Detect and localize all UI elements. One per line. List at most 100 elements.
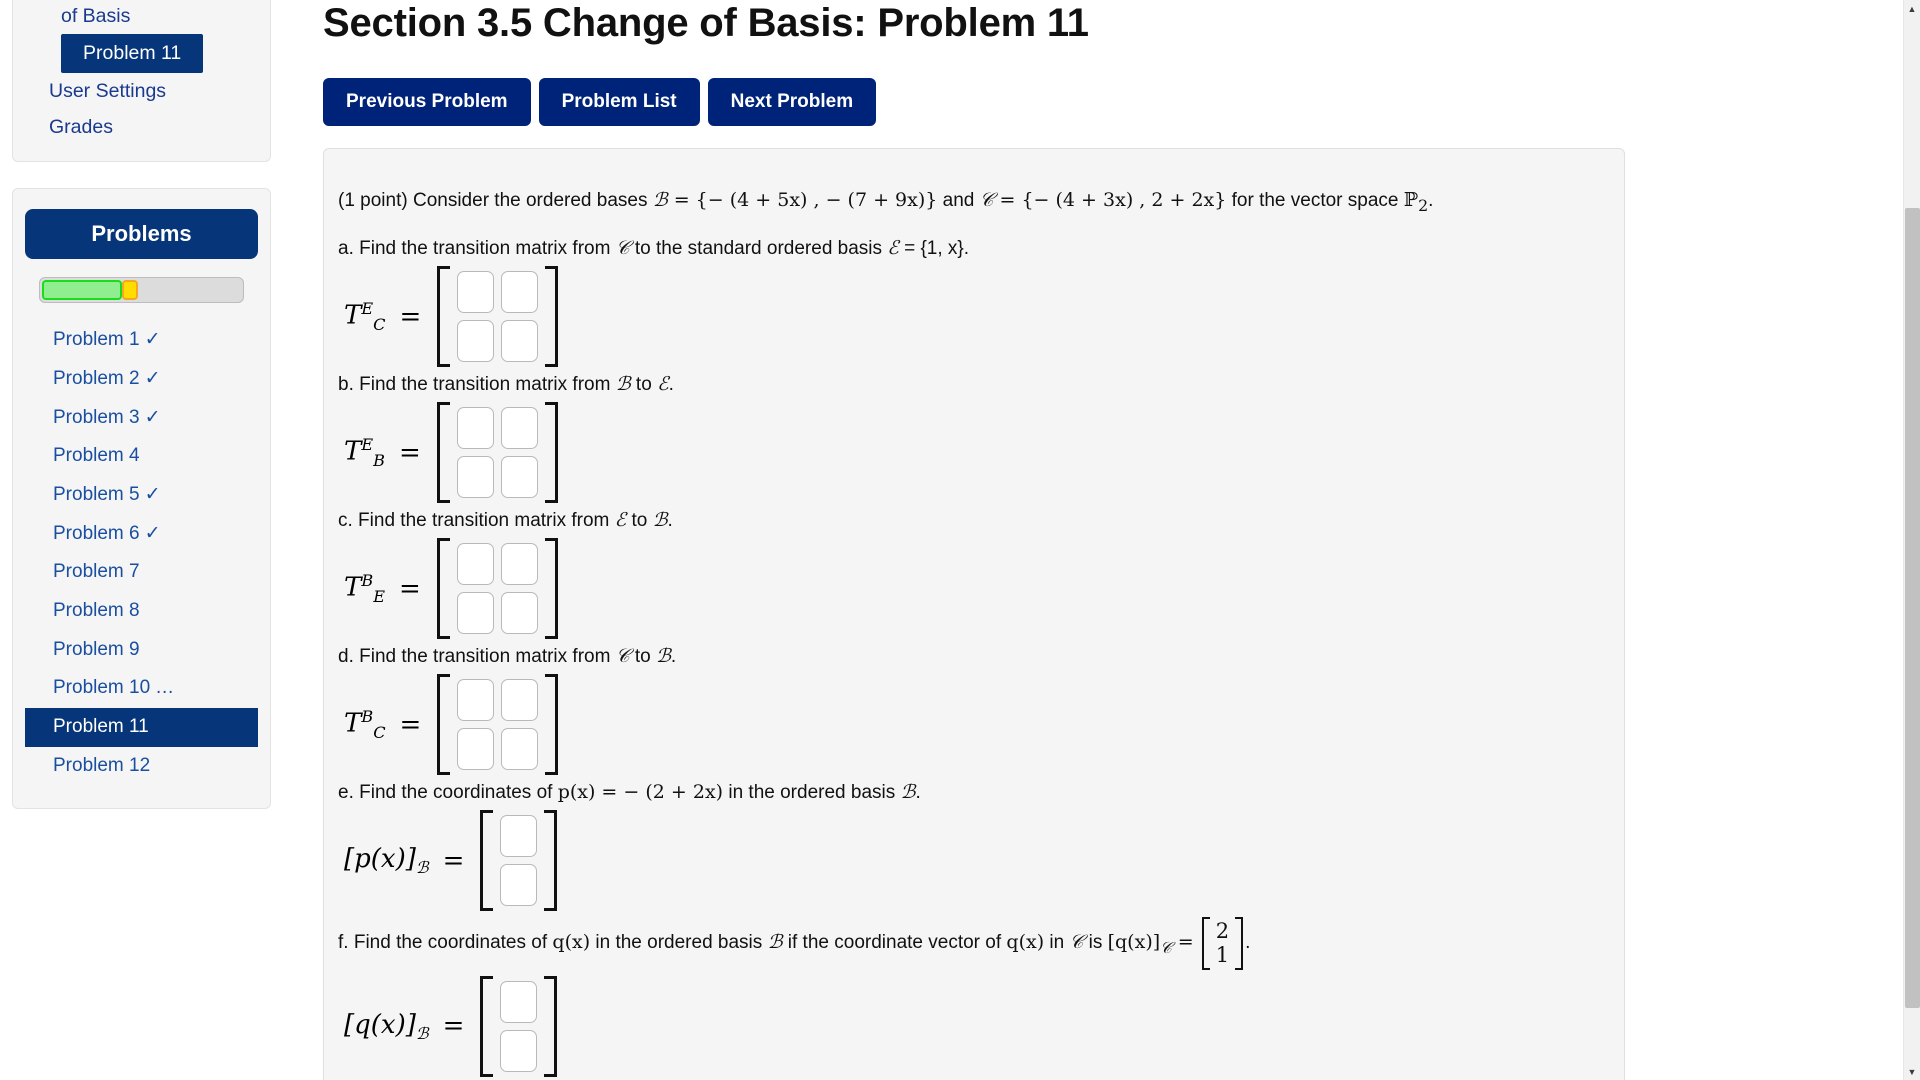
problem-list-item-label: Problem 1: [53, 329, 140, 351]
problem-list-item[interactable]: Problem 4: [25, 437, 258, 476]
problem-list-item[interactable]: Problem 12: [25, 747, 258, 786]
previous-problem-button[interactable]: Previous Problem: [323, 78, 531, 126]
problem-list: Problem 1 ✓ Problem 2 ✓ Problem 3 ✓ Problem 4P…: [25, 321, 258, 785]
answer-input[interactable]: [500, 864, 538, 907]
answer-input[interactable]: [456, 456, 494, 499]
answer-input[interactable]: [501, 271, 539, 314]
intro-end: .: [1428, 190, 1434, 211]
problem-list-item[interactable]: Problem 8: [25, 592, 258, 631]
part-from-basis: ℬ: [615, 373, 631, 396]
problem-list-item-label: Problem 7: [53, 561, 140, 583]
matrix-subscript: E: [373, 587, 385, 607]
problem-list-item[interactable]: Problem 3 ✓: [25, 399, 258, 438]
right-bracket: [545, 674, 559, 776]
sidebar-link-user-settings[interactable]: User Settings: [13, 73, 270, 109]
answer-input[interactable]: [456, 592, 494, 635]
answer-input[interactable]: [457, 271, 495, 314]
answer-input[interactable]: [500, 592, 538, 635]
answer-grid: [450, 674, 545, 775]
check-icon: ✓: [144, 522, 161, 544]
part-prompt-mid: in the ordered basis: [590, 932, 768, 954]
sidebar-link-problem-11[interactable]: Problem 11: [61, 34, 204, 73]
problem-list-item-label: Problem 5: [53, 484, 140, 505]
left-bracket: [480, 810, 494, 912]
transition-matrix-symbol: T: [344, 301, 362, 332]
answer-input[interactable]: [501, 728, 539, 771]
problems-panel: Problems Problem 1 ✓ Problem 2 ✓ Problem 3 ✓ P…: [12, 188, 271, 809]
part-expression: p(x) = − (2 + 2x): [557, 781, 724, 804]
intro-post: for the vector space: [1226, 190, 1404, 211]
answer-input[interactable]: [456, 543, 494, 586]
answer-input[interactable]: [457, 728, 495, 771]
problem-list-item[interactable]: Problem 10…: [25, 669, 258, 708]
part-to-basis: ℬ: [655, 645, 671, 668]
given-coordinate-label: [q(x)]: [1107, 931, 1161, 954]
sidebar-link-of-basis[interactable]: of Basis: [13, 0, 270, 34]
answer-input[interactable]: [501, 679, 539, 722]
matrix-superscript: B: [361, 571, 374, 591]
problems-panel-header: Problems: [25, 209, 258, 260]
part-prompt-text: b. Find the transition matrix from: [338, 374, 616, 396]
next-problem-button[interactable]: Next Problem: [707, 78, 877, 126]
part-prompt-mid: to the standard ordered basis: [629, 238, 888, 260]
scrollbar-thumb[interactable]: [1905, 208, 1920, 1008]
problem-list-item[interactable]: Problem 9: [25, 631, 258, 670]
part-prompt-text: f. Find the coordinates of: [338, 932, 553, 954]
left-bracket: [437, 674, 451, 776]
right-bracket: [544, 810, 558, 912]
left-bracket: [437, 266, 451, 368]
answer-input[interactable]: [500, 980, 538, 1023]
answer-input[interactable]: [500, 543, 538, 586]
part-prompt-post: .: [668, 374, 674, 396]
part-prompt-mid: to: [630, 374, 658, 396]
part-prompt-post: .: [670, 646, 677, 668]
problem-body: (1 point) Consider the ordered bases ℬ =…: [323, 148, 1625, 1080]
answer-input[interactable]: [500, 407, 538, 450]
problem-list-item-label: Problem 11: [53, 716, 149, 738]
check-icon: ✓: [144, 367, 161, 389]
part-prompt-post: = {1, x}.: [898, 238, 970, 260]
problem-list-item-label: Problem 9: [53, 638, 140, 660]
equals-sign: =: [398, 437, 421, 468]
transition-matrix-symbol: T: [344, 709, 362, 740]
coordinate-vector-symbol: [p(x)]: [344, 844, 416, 875]
answer-matrix: [437, 674, 559, 776]
problem-list-item[interactable]: Problem 1 ✓: [25, 321, 258, 360]
problem-list-item[interactable]: Problem 7: [25, 553, 258, 592]
left-bracket: [1201, 917, 1210, 970]
problem-list-button[interactable]: Problem List: [538, 78, 700, 126]
problem-list-item[interactable]: Problem 11: [25, 708, 258, 747]
answer-matrix: [437, 266, 559, 368]
problem-list-item[interactable]: Problem 5 ✓: [25, 476, 258, 515]
answer-matrix: [436, 538, 558, 640]
sidebar-link-grades[interactable]: Grades: [13, 109, 270, 145]
progress-segment-correct: [42, 280, 122, 301]
problem-list-item[interactable]: Problem 2 ✓: [25, 360, 258, 399]
part-c-prompt: c. Find the transition matrix from ℰ to …: [338, 509, 1602, 532]
answer-input[interactable]: [500, 456, 538, 499]
equals-sign: =: [399, 301, 422, 332]
scroll-up-arrow-icon[interactable]: ▲: [1904, 0, 1920, 17]
answer-label: [p(x)]ℬ: [344, 844, 429, 877]
answer-input[interactable]: [500, 815, 538, 858]
vector-space-symbol: ℙ: [1403, 189, 1419, 211]
check-icon: ✓: [144, 484, 161, 505]
answer-input[interactable]: [500, 1029, 538, 1072]
answer-input[interactable]: [457, 679, 495, 722]
problem-list-item[interactable]: Problem 6 ✓: [25, 515, 258, 554]
webwork-problem-page: of Basis Problem 11 User Settings Grades…: [0, 0, 1920, 1080]
answer-label: TBC: [344, 707, 386, 742]
problem-list-item-label: Problem 8: [53, 600, 140, 622]
scroll-down-arrow-icon[interactable]: ▼: [1904, 1063, 1920, 1080]
left-bracket: [436, 402, 450, 504]
part-c-answer-row: TBE =: [344, 538, 1602, 640]
part-prompt-text: e. Find the coordinates of: [338, 782, 558, 804]
part-prompt-mid: in the ordered basis: [723, 782, 901, 804]
part-b-prompt: b. Find the transition matrix from ℬ to …: [338, 373, 1602, 396]
answer-input[interactable]: [456, 407, 494, 450]
vertical-scrollbar[interactable]: ▲ ▼: [1903, 0, 1920, 1080]
answer-input[interactable]: [457, 320, 495, 363]
part-prompt-post: .: [667, 510, 673, 532]
answer-input[interactable]: [501, 320, 539, 363]
matrix-subscript: C: [373, 315, 386, 335]
